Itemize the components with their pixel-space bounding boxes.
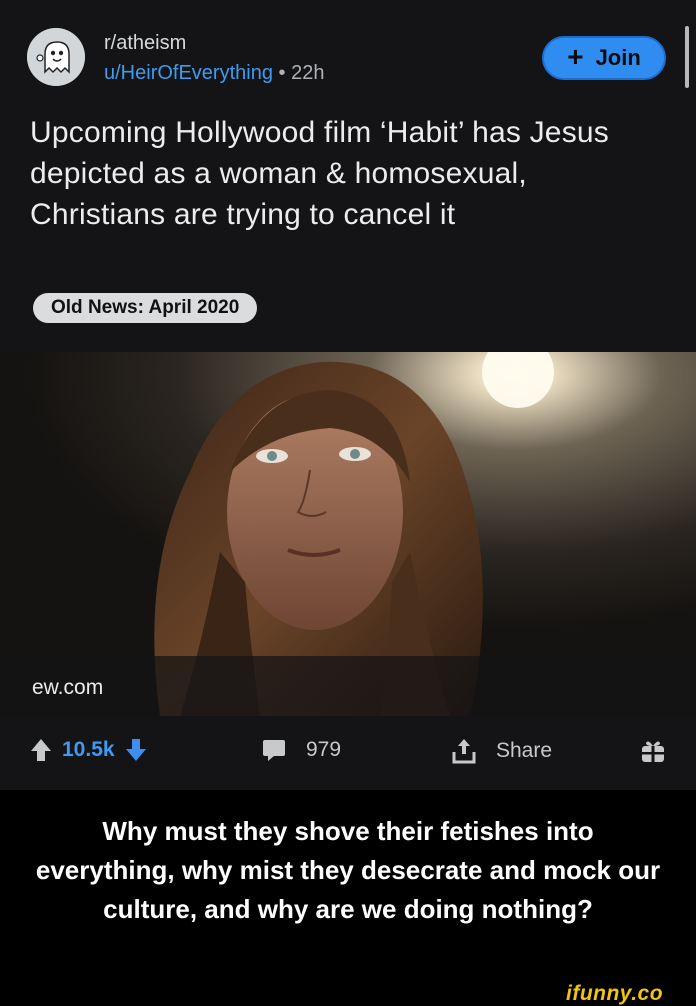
share-button[interactable]: Share (452, 738, 552, 764)
post-age: 22h (291, 62, 325, 84)
arrow-down-icon[interactable] (125, 738, 147, 762)
ifunny-watermark: ifunny.co (566, 982, 664, 1005)
ghost-avatar-icon (27, 28, 85, 86)
plus-icon: + (567, 41, 584, 72)
meta-separator: • (278, 62, 286, 84)
author-link[interactable]: u/HeirOfEverything (104, 62, 273, 84)
share-icon (452, 739, 476, 764)
gift-icon (642, 741, 664, 762)
link-domain-bar[interactable] (0, 656, 696, 716)
comment-count: 979 (306, 738, 342, 761)
meme-caption: Why must they shove their fetishes into … (35, 816, 661, 924)
arrow-up-icon[interactable] (30, 738, 52, 762)
post-meta: u/HeirOfEverything • 22h (104, 62, 324, 85)
subreddit-avatar[interactable] (27, 28, 85, 86)
post-flair[interactable]: Old News: April 2020 (33, 293, 258, 323)
subreddit-name[interactable]: r/atheism (104, 32, 186, 55)
share-label: Share (496, 739, 553, 762)
link-domain[interactable]: ew.com (32, 676, 103, 700)
vote-bar: 10.5k (30, 738, 147, 762)
comment-icon (263, 740, 285, 761)
join-button-label: Join (595, 45, 641, 70)
join-button[interactable]: + Join (542, 36, 666, 80)
scrollbar[interactable] (685, 26, 689, 88)
vote-count: 10.5k (62, 738, 115, 761)
award-button[interactable] (640, 738, 666, 764)
reddit-post-card: r/atheism u/HeirOfEverything • 22h + Joi… (0, 0, 696, 790)
post-title[interactable]: Upcoming Hollywood film ‘Habit’ has Jesu… (30, 112, 670, 235)
comments-button[interactable]: 979 (262, 738, 341, 762)
